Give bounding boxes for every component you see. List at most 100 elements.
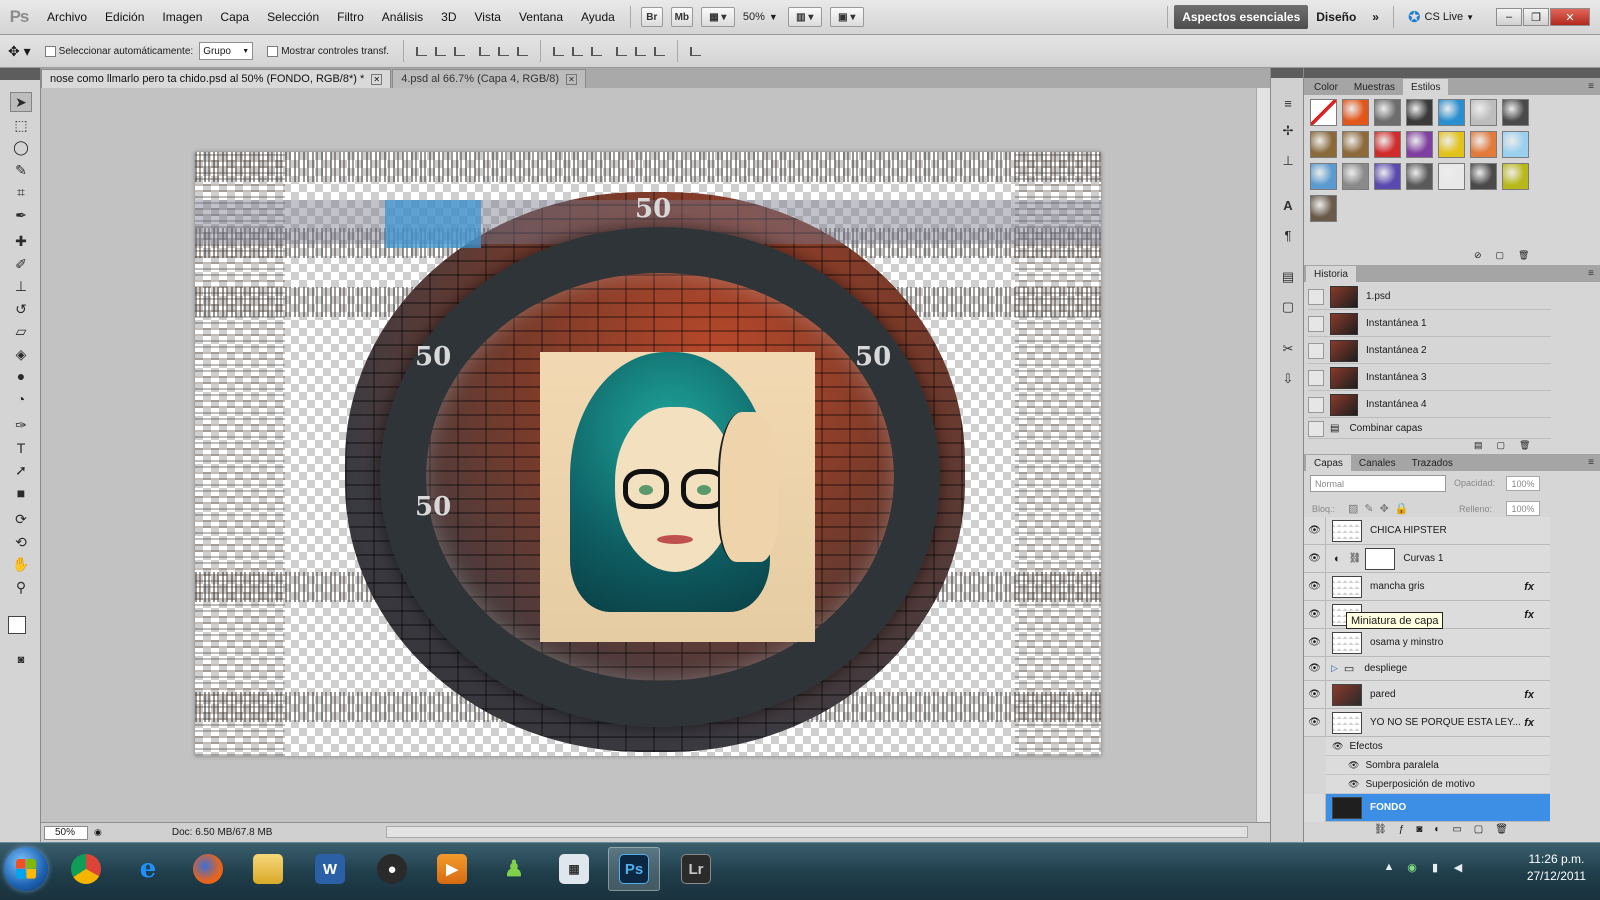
- align-bottom-icon[interactable]: [452, 44, 467, 59]
- align-vcenter-icon[interactable]: [433, 44, 448, 59]
- layer-thumbnail[interactable]: [1332, 711, 1362, 734]
- cs-live-button[interactable]: ✪ CS Live ▼: [1400, 5, 1482, 29]
- tab-estilos[interactable]: Estilos: [1403, 79, 1449, 95]
- close-icon[interactable]: ✕: [371, 73, 383, 85]
- close-button[interactable]: ✕: [1550, 8, 1590, 26]
- panel-menu-icon[interactable]: ≡: [1588, 268, 1594, 279]
- style-swatch[interactable]: [1406, 99, 1433, 126]
- eye-icon[interactable]: 👁: [1304, 680, 1326, 709]
- clone-stamp-tool-icon[interactable]: ⊥: [10, 276, 32, 296]
- paragraph-icon[interactable]: ¶: [1279, 226, 1297, 244]
- expand-triangle-icon[interactable]: ▷: [1331, 663, 1338, 674]
- lightroom-taskbar-button[interactable]: Lr: [670, 847, 722, 891]
- style-swatch[interactable]: [1502, 131, 1529, 158]
- hand-tool-icon[interactable]: ✋: [10, 554, 32, 574]
- history-footer-icons[interactable]: ▤▢🗑: [1474, 440, 1544, 451]
- layer-row[interactable]: 👁 YO NO SE PORQUE ESTA LEY... fx: [1304, 708, 1550, 737]
- healing-brush-tool-icon[interactable]: ✚: [10, 231, 32, 251]
- quick-selection-tool-icon[interactable]: ✎: [10, 160, 32, 180]
- panel-menu-icon[interactable]: ≡: [1588, 81, 1594, 92]
- move-tool-icon[interactable]: ➤: [10, 92, 32, 112]
- lasso-tool-icon[interactable]: ◯: [10, 137, 32, 157]
- auto-align-layers-icon[interactable]: [688, 44, 703, 59]
- distribute-left-icon[interactable]: [614, 44, 629, 59]
- style-swatch[interactable]: [1374, 131, 1401, 158]
- foreground-color[interactable]: [8, 616, 26, 634]
- quick-mask-icon[interactable]: ◙: [10, 650, 32, 670]
- eye-icon[interactable]: 👁: [1304, 600, 1326, 629]
- style-swatch[interactable]: [1502, 99, 1529, 126]
- document-canvas[interactable]: 50 50 50 50: [195, 152, 1101, 756]
- menu-vista[interactable]: Vista: [466, 0, 510, 35]
- layer-group-row[interactable]: 👁 ▷ ▭ despliege: [1304, 656, 1550, 681]
- restore-button[interactable]: ❐: [1523, 8, 1549, 26]
- type-tool-icon[interactable]: T: [10, 438, 32, 458]
- start-button[interactable]: [4, 847, 48, 891]
- tab-historia[interactable]: Historia: [1306, 266, 1356, 282]
- menu-imagen[interactable]: Imagen: [153, 0, 211, 35]
- style-swatch[interactable]: [1406, 131, 1433, 158]
- history-item[interactable]: ▤ Combinar capas: [1308, 419, 1551, 439]
- workspace-design-button[interactable]: Diseño: [1308, 5, 1364, 29]
- auto-select-checkbox[interactable]: [44, 45, 56, 57]
- vertical-scrollbar[interactable]: [1256, 88, 1270, 822]
- fx-icon[interactable]: fx: [1524, 609, 1534, 621]
- sync-icon[interactable]: ◉: [1405, 861, 1419, 875]
- system-clock[interactable]: 11:26 p.m. 27/12/2011: [1527, 851, 1586, 885]
- style-swatch[interactable]: [1438, 99, 1465, 126]
- notes-icon[interactable]: ▢: [1279, 298, 1297, 316]
- style-swatch[interactable]: [1374, 99, 1401, 126]
- pen-tool-icon[interactable]: ✑: [10, 415, 32, 435]
- brush-tool-icon[interactable]: ✐: [10, 254, 32, 274]
- screen-mode-button[interactable]: ▣ ▾: [829, 7, 864, 27]
- eye-icon[interactable]: 👁: [1304, 516, 1326, 545]
- fx-icon[interactable]: fx: [1524, 689, 1534, 701]
- tab-color[interactable]: Color: [1306, 79, 1346, 95]
- tool-presets-icon[interactable]: ✂: [1279, 340, 1297, 358]
- adjustments-icon[interactable]: ≡: [1279, 94, 1297, 112]
- clone-source-icon[interactable]: ⊥: [1279, 152, 1297, 170]
- layer-row[interactable]: 👁 osama y minstro: [1304, 628, 1550, 657]
- network-icon[interactable]: ▮: [1428, 861, 1442, 875]
- history-brush-tool-icon[interactable]: ↺: [10, 299, 32, 319]
- style-swatch[interactable]: [1502, 163, 1529, 190]
- panel-dock-header[interactable]: [1271, 68, 1303, 78]
- show-transform-checkbox[interactable]: [267, 45, 279, 57]
- right-panels-header[interactable]: [1304, 68, 1600, 78]
- style-swatch[interactable]: [1310, 195, 1337, 222]
- distribute-hcenter-icon[interactable]: [633, 44, 648, 59]
- layers-footer-icons[interactable]: ⛓ƒ◙◐▭▢🗑: [1374, 824, 1520, 835]
- tab-capas[interactable]: Capas: [1306, 455, 1351, 471]
- actions-icon[interactable]: ⇩: [1279, 370, 1297, 388]
- style-swatch[interactable]: [1342, 131, 1369, 158]
- minibridge-button[interactable]: Mb: [670, 7, 693, 27]
- style-swatch[interactable]: [1310, 163, 1337, 190]
- marquee-tool-icon[interactable]: ⬚: [10, 115, 32, 135]
- eye-icon[interactable]: 👁: [1304, 708, 1326, 737]
- layer-thumbnail[interactable]: [1332, 631, 1362, 654]
- menu-analisis[interactable]: Análisis: [373, 0, 432, 35]
- history-item[interactable]: 1.psd: [1308, 284, 1551, 310]
- eye-icon[interactable]: 👁: [1348, 760, 1359, 771]
- style-swatch[interactable]: [1342, 163, 1369, 190]
- eye-icon[interactable]: 👁: [1304, 656, 1326, 681]
- layer-row[interactable]: 👁 CHICA HIPSTER: [1304, 516, 1550, 545]
- layer-thumbnail[interactable]: [1332, 519, 1362, 542]
- align-top-icon[interactable]: [414, 44, 429, 59]
- blur-tool-icon[interactable]: ●: [10, 366, 32, 386]
- distribute-top-icon[interactable]: [551, 44, 566, 59]
- firefox-taskbar-button[interactable]: [182, 847, 234, 891]
- layer-row-selected[interactable]: FONDO: [1304, 793, 1550, 822]
- style-swatch[interactable]: [1406, 163, 1433, 190]
- zoom-level-select[interactable]: 50%: [743, 11, 765, 23]
- info-panel-icon[interactable]: ▤: [1279, 268, 1297, 286]
- eye-icon[interactable]: 👁: [1304, 544, 1326, 573]
- auto-select-dropdown[interactable]: Grupo ▼: [199, 42, 254, 60]
- align-hcenter-icon[interactable]: [496, 44, 511, 59]
- layer-thumbnail[interactable]: [1332, 575, 1362, 598]
- word-taskbar-button[interactable]: W: [304, 847, 356, 891]
- lock-icons[interactable]: ▨✎✥🔒: [1348, 502, 1415, 515]
- tab-document-1[interactable]: nose como llmarlo pero ta chido.psd al 5…: [41, 69, 392, 88]
- panel-menu-icon[interactable]: ≡: [1588, 457, 1594, 468]
- align-left-icon[interactable]: [477, 44, 492, 59]
